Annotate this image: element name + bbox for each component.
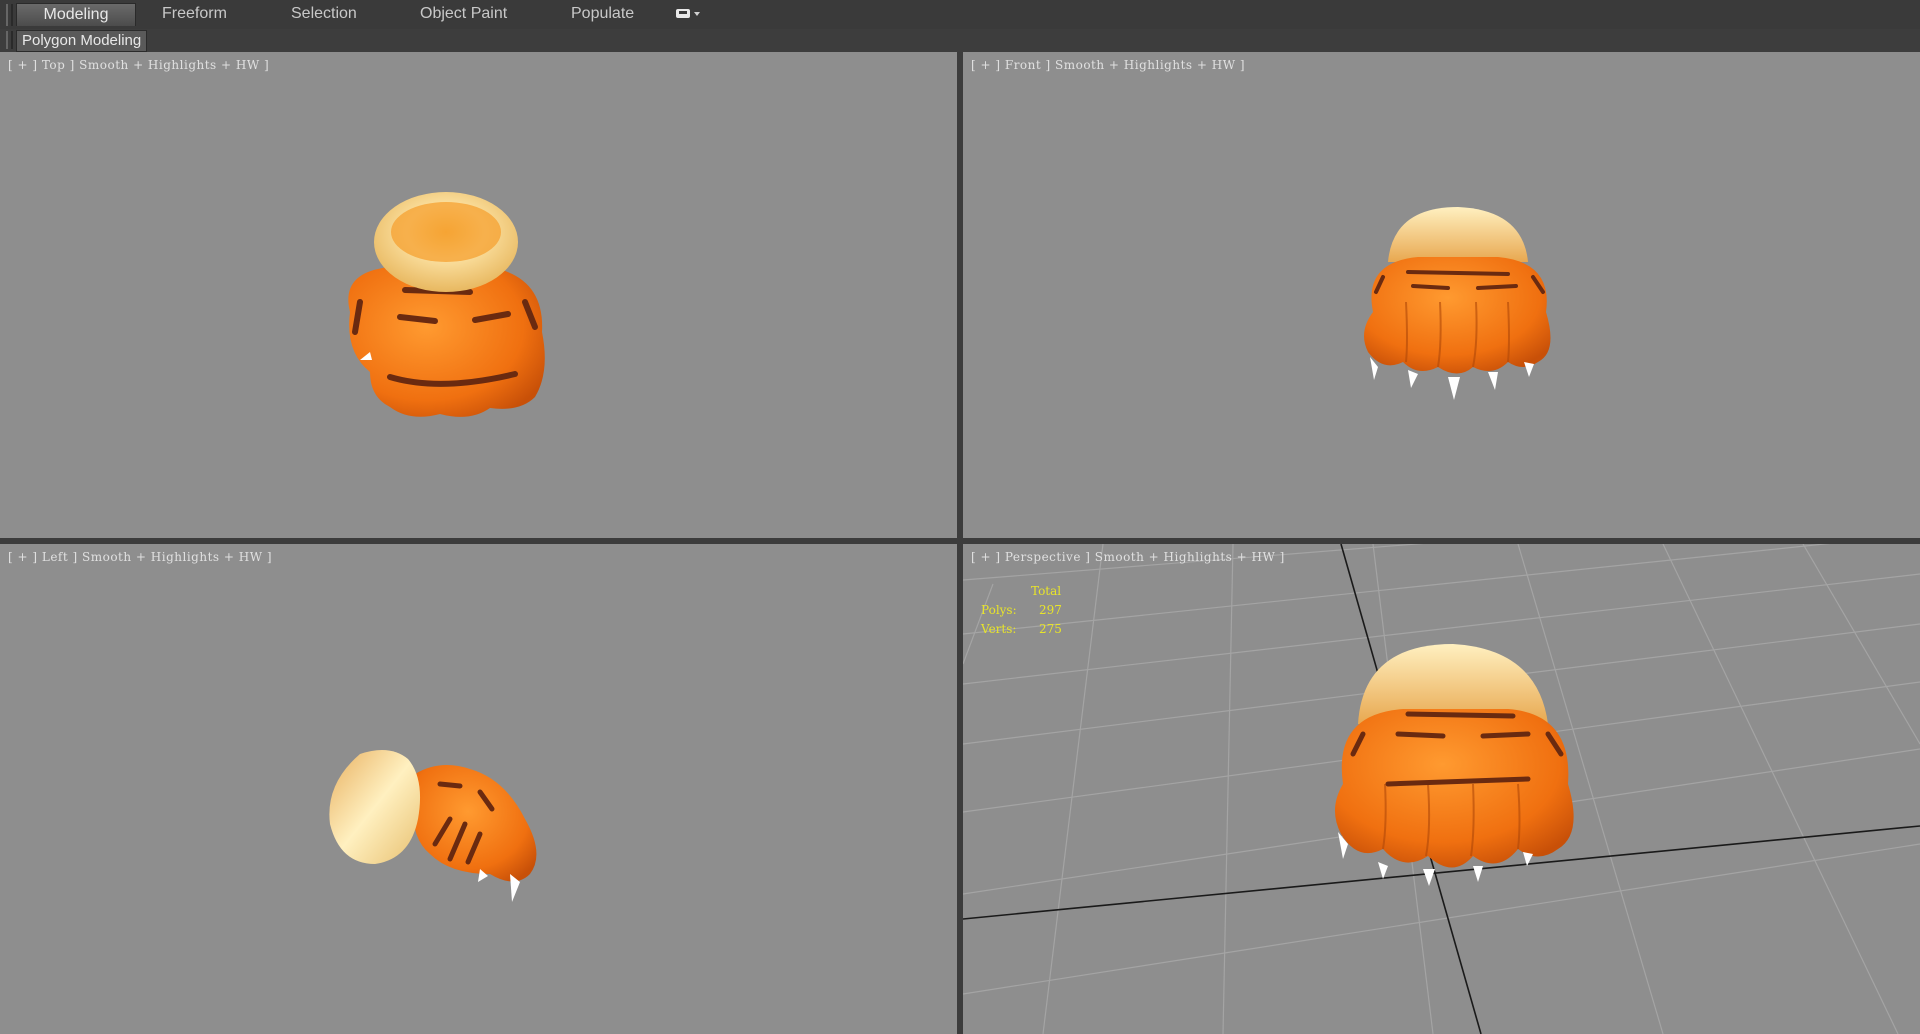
tab-freeform[interactable]: Freeform: [156, 3, 233, 25]
scene-statistics: Total Polys: 297 Verts: 275: [981, 582, 1062, 639]
stats-title: Total: [1031, 584, 1062, 598]
viewport-area: [ + ] Top ] Smooth + Highlights + HW ] […: [0, 52, 1920, 1034]
tab-modeling[interactable]: Modeling: [16, 3, 136, 26]
viewport-label-left[interactable]: [ + ] Left ] Smooth + Highlights + HW ]: [8, 550, 272, 564]
polys-value: 297: [1039, 603, 1062, 617]
viewport-label-perspective[interactable]: [ + ] Perspective ] Smooth + Highlights …: [971, 550, 1285, 564]
paw-model-left[interactable]: [320, 724, 560, 914]
ribbon-tab-bar: Modeling Freeform Selection Object Paint…: [0, 0, 1920, 30]
ribbon-drag-handle[interactable]: [6, 4, 13, 26]
viewport-label-top[interactable]: [ + ] Top ] Smooth + Highlights + HW ]: [8, 58, 269, 72]
tab-object-paint[interactable]: Object Paint: [414, 3, 513, 25]
paw-model-front[interactable]: [1348, 202, 1568, 442]
tab-populate[interactable]: Populate: [565, 3, 640, 25]
ribbon-panel-bar: Polygon Modeling: [0, 29, 1920, 53]
verts-value: 275: [1039, 622, 1062, 636]
viewport-left[interactable]: [ + ] Left ] Smooth + Highlights + HW ]: [0, 544, 957, 1034]
polys-label: Polys:: [981, 603, 1017, 617]
viewport-perspective[interactable]: [ + ] Perspective ] Smooth + Highlights …: [963, 544, 1920, 1034]
polygon-modeling-panel[interactable]: Polygon Modeling: [16, 30, 148, 52]
viewport-front[interactable]: [ + ] Front ] Smooth + Highlights + HW ]: [963, 52, 1920, 538]
display-dropdown-icon[interactable]: [676, 6, 706, 22]
tab-selection[interactable]: Selection: [285, 3, 363, 25]
verts-label: Verts:: [981, 622, 1017, 636]
viewport-top[interactable]: [ + ] Top ] Smooth + Highlights + HW ]: [0, 52, 957, 538]
viewport-label-front[interactable]: [ + ] Front ] Smooth + Highlights + HW ]: [971, 58, 1245, 72]
paw-model-perspective[interactable]: [1313, 634, 1603, 924]
paw-model-top[interactable]: [330, 182, 560, 462]
panel-drag-handle[interactable]: [6, 31, 13, 49]
stats-verts: Verts: 275: [981, 620, 1062, 639]
stats-polys: Polys: 297: [981, 601, 1062, 620]
